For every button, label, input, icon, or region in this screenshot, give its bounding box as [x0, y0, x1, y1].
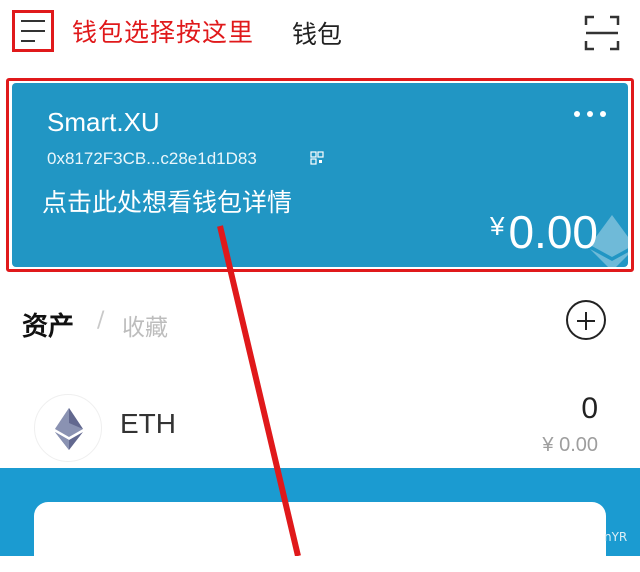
annotation-card-hint: 点击此处想看钱包详情	[42, 188, 293, 217]
ethereum-watermark-icon	[590, 215, 628, 267]
tab-collectibles[interactable]: 收藏	[122, 308, 168, 342]
ethereum-icon	[34, 394, 102, 462]
bottom-card[interactable]	[34, 502, 606, 572]
wallet-name: Smart.XU	[47, 107, 160, 137]
page-title: 钱包	[292, 20, 343, 49]
wallet-card[interactable]: Smart.XU 0x8172F3CB...c28e1d1D83 点击此处想看钱…	[12, 83, 628, 267]
token-row[interactable]: ETH 0 ¥ 0.00	[0, 380, 640, 462]
more-icon[interactable]	[572, 109, 608, 119]
wallet-menu-button[interactable]	[12, 10, 54, 52]
menu-icon-line	[21, 30, 45, 32]
tab-separator: /	[97, 308, 105, 333]
wallet-balance: ¥0.00	[490, 205, 598, 259]
token-fiat-value: ¥ 0.00	[542, 434, 598, 456]
balance-amount: 0.00	[508, 206, 598, 258]
qr-code-icon[interactable]	[310, 151, 324, 165]
annotation-wallet-select: 钱包选择按这里	[72, 18, 255, 47]
wallet-address: 0x8172F3CB...c28e1d1D83	[47, 149, 257, 168]
menu-icon-line-short	[21, 40, 35, 42]
tab-assets[interactable]: 资产	[22, 306, 74, 343]
token-amount: 0	[581, 392, 598, 425]
add-token-button[interactable]	[566, 300, 606, 340]
top-bar: 钱包选择按这里 钱包	[0, 0, 640, 68]
currency-symbol: ¥	[490, 211, 505, 241]
token-symbol: ETH	[120, 408, 176, 439]
menu-icon	[21, 20, 45, 22]
watermark: nYR	[604, 530, 628, 544]
scan-icon[interactable]	[584, 15, 620, 51]
